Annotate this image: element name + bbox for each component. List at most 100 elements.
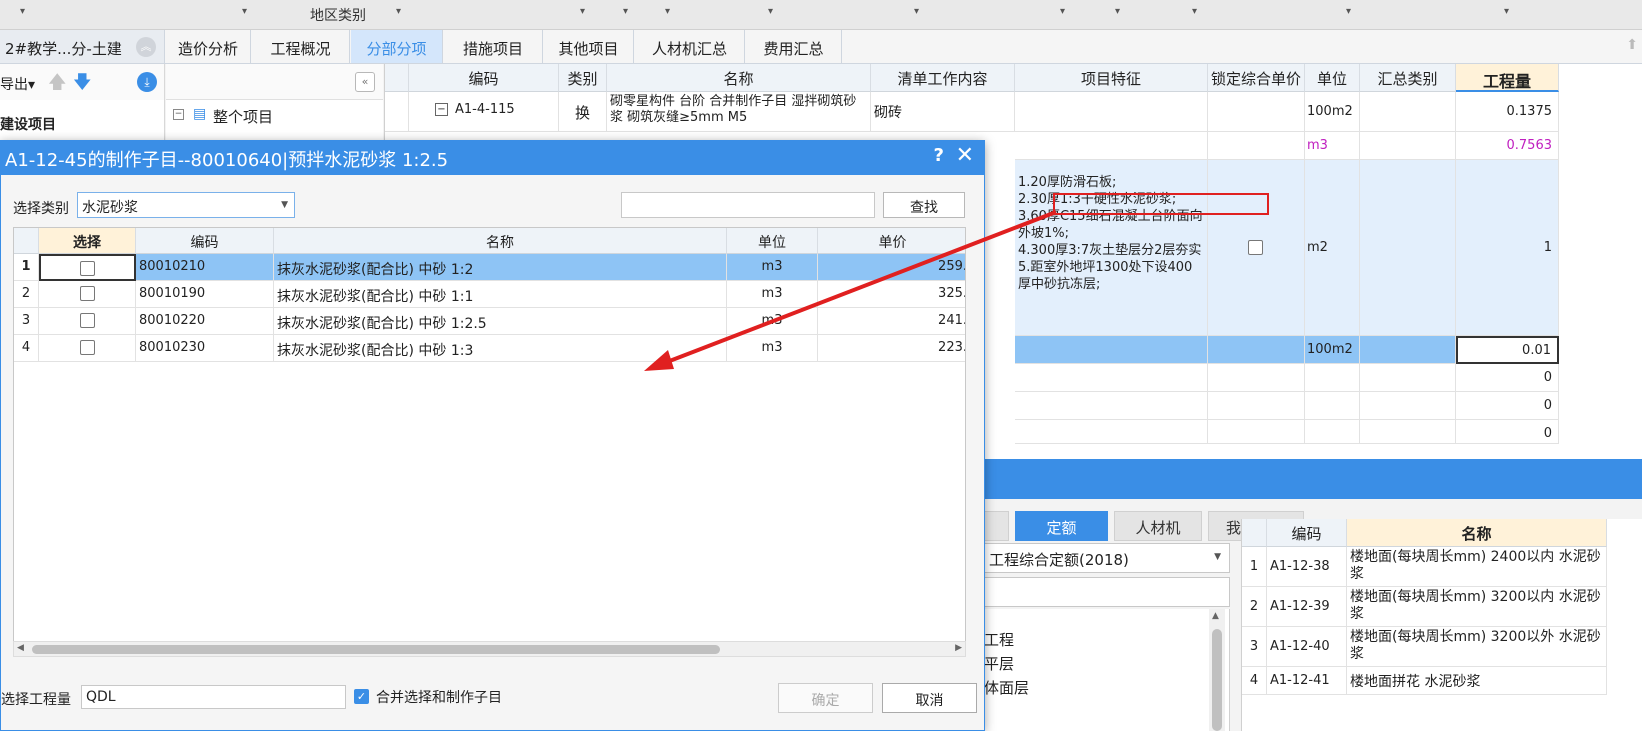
ribbon-dropdown-arrow[interactable]: ▾ [1192,6,1197,17]
grid-cell[interactable] [1360,420,1456,444]
quantity-expression-input[interactable]: QDL [81,685,346,709]
row2-unit[interactable]: m3 [1305,132,1360,160]
search-input[interactable] [621,192,875,218]
scroll-up-arrow-icon[interactable]: ▲ [1212,611,1219,621]
quota-row-name[interactable]: 楼地面拼花 水泥砂浆 [1347,667,1607,695]
row-select-cell[interactable] [39,308,136,335]
arrow-down-icon[interactable]: 🡇 [73,70,92,100]
scroll-up-icon[interactable]: ⬆ [1626,37,1638,53]
category-select[interactable]: 水泥砂浆 ▼ [77,192,295,218]
grid-cell[interactable] [1208,364,1305,392]
quota-tree-item[interactable]: 平层 [984,653,1014,674]
scrollbar-thumb[interactable] [1212,629,1222,731]
search-button[interactable]: 查找 [883,192,965,218]
grid-cell[interactable] [1360,92,1456,132]
help-icon[interactable]: ? [934,145,944,166]
quota-row-name[interactable]: 楼地面(每块周长mm) 2400以内 水泥砂浆 [1347,547,1607,587]
row4-quantity-editing[interactable]: 0.01 [1456,336,1559,364]
ribbon-dropdown-arrow[interactable]: ▾ [1346,6,1351,17]
grid-cell[interactable] [1015,336,1208,364]
row3-unit[interactable]: m2 [1305,160,1360,336]
tab-measures[interactable]: 措施项目 [444,30,543,63]
tab-labor-material[interactable]: 人材机 [1114,511,1202,541]
row1-quantity[interactable]: 0.1375 [1456,92,1559,132]
grid-cell[interactable] [1360,160,1456,336]
grid-cell[interactable] [1015,364,1208,392]
row1-name[interactable]: 砌零星构件 台阶 合并制作子目 湿拌砌筑砂浆 砌筑灰缝≥5mm M5 [607,92,871,132]
ribbon-dropdown-arrow[interactable]: ▾ [1115,6,1120,17]
grid-cell[interactable] [1305,364,1360,392]
tab-labor-material-summary[interactable]: 人材机汇总 [635,30,745,63]
grid-cell[interactable] [1360,336,1456,364]
quota-tree-item[interactable]: 工程 [984,629,1014,650]
lock-price-cell[interactable] [1208,160,1305,336]
ribbon-dropdown-arrow[interactable]: ▾ [768,6,773,17]
lower-tab-partial[interactable] [984,511,1009,541]
ribbon-dropdown-arrow[interactable]: ▾ [580,6,585,17]
quota-search-input[interactable] [984,577,1230,607]
row2-quantity[interactable]: 0.7563 [1456,132,1559,160]
quota-tree-scrollbar[interactable]: ▲ [1209,609,1225,731]
grid-cell[interactable] [1360,132,1456,160]
tab-quota[interactable]: 定额 [1015,511,1108,541]
row5-quantity[interactable]: 0 [1456,364,1559,392]
grid-cell[interactable] [1305,420,1360,444]
lock-price-checkbox[interactable] [1248,240,1263,255]
row-collapse-icon[interactable]: − [435,103,448,116]
row-select-cell[interactable] [39,254,136,281]
ok-button[interactable]: 确定 [778,683,873,713]
tab-divisions[interactable]: 分部分项 [351,30,443,63]
grid-cell-code[interactable]: − A1-4-115 [409,92,559,132]
grid-cell[interactable] [1015,392,1208,420]
row-select-checkbox[interactable] [79,340,95,355]
collapse-panel-button[interactable]: « [355,72,375,92]
row-select-checkbox[interactable] [80,261,95,276]
grid-cell[interactable] [1208,132,1305,160]
quota-row-code[interactable]: A1-12-41 [1267,667,1347,695]
tab-other-items[interactable]: 其他项目 [544,30,634,63]
ribbon-dropdown-arrow[interactable]: ▾ [242,6,247,17]
scroll-right-arrow-icon[interactable]: ▶ [955,643,962,653]
row3-features[interactable]: 1.20厚防滑石板; 2.30厚1:3干硬性水泥砂浆; 3.60厚C15细石混凝… [1015,160,1208,336]
ribbon-dropdown-arrow[interactable]: ▾ [665,6,670,17]
material-grid-hscrollbar[interactable]: ◀ ▶ [13,641,966,657]
material-row[interactable]: 4 80010230 抹灰水泥砂浆(配合比) 中砂 1:3 m3 223. [14,335,965,362]
ribbon-dropdown-arrow[interactable]: ▾ [623,6,628,17]
close-icon[interactable]: ✕ [956,143,974,168]
grid-cell[interactable] [1360,392,1456,420]
ribbon-dropdown-arrow[interactable]: ▾ [396,6,401,17]
material-row[interactable]: 3 80010220 抹灰水泥砂浆(配合比) 中砂 1:2.5 m3 241. [14,308,965,335]
grid-cell[interactable] [1015,420,1208,444]
row-select-checkbox[interactable] [79,313,95,328]
row1-unit[interactable]: 100m2 [1305,92,1360,132]
row7-quantity[interactable]: 0 [1456,420,1559,444]
quota-row-name[interactable]: 楼地面(每块周长mm) 3200以外 水泥砂浆 [1347,627,1607,667]
grid-cell[interactable] [1208,336,1305,364]
row3-quantity[interactable]: 1 [1456,160,1559,336]
quota-row-code[interactable]: A1-12-40 [1267,627,1347,667]
material-row[interactable]: 1 80010210 抹灰水泥砂浆(配合比) 中砂 1:2 m3 259. [14,254,965,281]
tab-project-overview[interactable]: 工程概况 [252,30,350,63]
arrow-up-icon[interactable]: 🡅 [48,70,67,100]
ribbon-dropdown-arrow[interactable]: ▾ [914,6,919,17]
row-select-cell[interactable] [39,335,136,362]
quota-row-name[interactable]: 楼地面(每块周长mm) 3200以内 水泥砂浆 [1347,587,1607,627]
tab-cost-analysis[interactable]: 造价分析 [166,30,251,63]
collapse-circle-icon[interactable]: ︽ [136,37,156,57]
row-select-cell[interactable] [39,281,136,308]
ribbon-dropdown-arrow[interactable]: ▾ [1060,6,1065,17]
grid-cell[interactable] [1360,364,1456,392]
row-select-checkbox[interactable] [79,286,95,301]
scroll-left-arrow-icon[interactable]: ◀ [17,643,24,653]
merge-checkbox[interactable]: ✓ [354,689,369,704]
grid-cell[interactable] [1208,92,1305,132]
scrollbar-thumb[interactable] [32,645,720,654]
row4-unit[interactable]: 100m2 [1305,336,1360,364]
quota-row-code[interactable]: A1-12-38 [1267,547,1347,587]
row6-quantity[interactable]: 0 [1456,392,1559,420]
grid-cell[interactable] [1208,392,1305,420]
dialog-title-bar[interactable]: A1-12-45的制作子目--80010640|预拌水泥砂浆 1:2.5 ? ✕ [1,141,984,175]
export-menu[interactable]: 导出▾ [0,74,35,94]
material-row[interactable]: 2 80010190 抹灰水泥砂浆(配合比) 中砂 1:1 m3 325. [14,281,965,308]
tree-root-item[interactable]: 整个项目 [213,106,273,127]
